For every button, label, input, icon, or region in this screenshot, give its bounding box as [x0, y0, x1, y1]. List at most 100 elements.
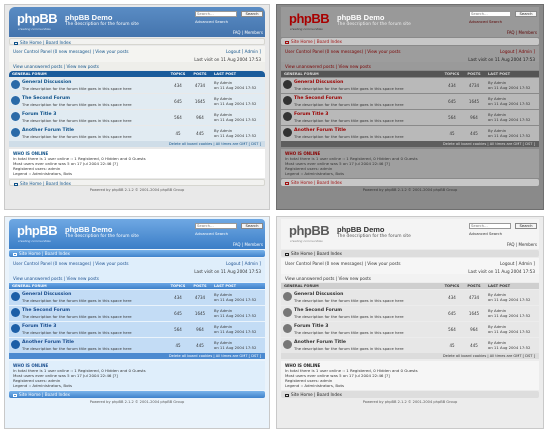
- members-link[interactable]: Members: [518, 30, 537, 35]
- topics-count: 434: [174, 83, 182, 88]
- phpbb-logo[interactable]: phpBB creating communities: [285, 10, 333, 32]
- forum-row[interactable]: Another Forum Title The description for t…: [281, 126, 539, 141]
- breadcrumb-links[interactable]: Site Home | Board Index: [19, 392, 70, 397]
- logout-link[interactable]: Logout [ Admin ]: [500, 49, 535, 54]
- search-button[interactable]: Search: [515, 11, 537, 17]
- forum-row[interactable]: Forum Title 3 The description for the for…: [9, 110, 265, 125]
- delete-cookies-link[interactable]: Delete all board cookies | All times are…: [281, 141, 539, 147]
- phpbb-logo[interactable]: phpBB creating communities: [13, 222, 61, 244]
- theme-preview-blue-grey[interactable]: phpBB creating communities phpBB Demo Th…: [4, 4, 270, 210]
- logout-link[interactable]: Logout [ Admin ]: [226, 49, 261, 54]
- ucp-link[interactable]: User Control Panel (0 new messages) | Vi…: [13, 49, 129, 54]
- forum-row[interactable]: General Discussion The description for th…: [281, 78, 539, 93]
- forum-row[interactable]: The Second Forum The description for the …: [9, 94, 265, 109]
- search-links[interactable]: View unanswered posts | View new posts: [9, 274, 265, 282]
- search-input[interactable]: Search...: [195, 223, 237, 229]
- advanced-search-link[interactable]: Advanced Search: [195, 231, 228, 236]
- forum-row[interactable]: Another Forum Title The description for t…: [281, 338, 539, 353]
- forum-name[interactable]: Forum Title 3: [294, 112, 441, 117]
- search-button[interactable]: Search: [241, 223, 263, 229]
- site-title: phpBB Demo: [65, 225, 113, 234]
- ucp-link[interactable]: User Control Panel (0 new messages) | Vi…: [285, 49, 401, 54]
- search-button[interactable]: Search: [241, 11, 263, 17]
- phpbb-logo[interactable]: phpBB creating communities: [285, 222, 333, 244]
- forum-name[interactable]: General Discussion: [294, 80, 441, 85]
- members-link[interactable]: Members: [244, 242, 263, 247]
- ucp-link[interactable]: User Control Panel (0 new messages) | Vi…: [285, 261, 401, 266]
- forum-row[interactable]: The Second Forum The description for the …: [281, 306, 539, 321]
- forum-name[interactable]: General Discussion: [294, 292, 441, 297]
- forum-name[interactable]: Another Forum Title: [294, 340, 441, 345]
- forum-row[interactable]: General Discussion The description for th…: [9, 78, 265, 93]
- breadcrumb-links[interactable]: Site Home | Board Index: [291, 39, 342, 44]
- delete-cookies-link[interactable]: Delete all board cookies | All times are…: [281, 353, 539, 359]
- search-input[interactable]: Search...: [195, 11, 237, 17]
- search-links[interactable]: View unanswered posts | View new posts: [281, 62, 539, 70]
- forum-name[interactable]: Forum Title 3: [294, 324, 441, 329]
- posts-count: 445: [470, 343, 478, 348]
- logout-link[interactable]: Logout [ Admin ]: [226, 261, 261, 266]
- forum-row[interactable]: General Discussion The description for th…: [9, 290, 265, 305]
- faq-link[interactable]: FAQ: [507, 242, 515, 247]
- breadcrumb-links[interactable]: Site Home | Board Index: [20, 181, 71, 186]
- search-links[interactable]: View unanswered posts | View new posts: [9, 62, 265, 70]
- forum-name[interactable]: The Second Forum: [294, 96, 441, 101]
- forum-row[interactable]: Forum Title 3 The description for the for…: [281, 110, 539, 125]
- ucp-link[interactable]: User Control Panel (0 new messages) | Vi…: [13, 261, 129, 266]
- advanced-search-link[interactable]: Advanced Search: [469, 231, 502, 236]
- forum-row[interactable]: The Second Forum The description for the …: [281, 94, 539, 109]
- breadcrumb-links[interactable]: Site Home | Board Index: [19, 251, 70, 256]
- breadcrumb-links[interactable]: Site Home | Board Index: [291, 180, 342, 185]
- forum-name[interactable]: The Second Forum: [294, 308, 441, 313]
- forum-read-icon: [11, 96, 20, 105]
- forum-name[interactable]: Forum Title 3: [22, 112, 167, 117]
- forum-description: The description for the forum title goes…: [22, 118, 132, 123]
- forum-row[interactable]: Forum Title 3 The description for the for…: [281, 322, 539, 337]
- forum-name[interactable]: Another Forum Title: [22, 340, 167, 345]
- forum-row[interactable]: General Discussion The description for th…: [281, 290, 539, 305]
- members-link[interactable]: Members: [518, 242, 537, 247]
- forum-name[interactable]: Another Forum Title: [294, 128, 441, 133]
- forum-name[interactable]: General Discussion: [22, 292, 167, 297]
- breadcrumb-links[interactable]: Site Home | Board Index: [291, 251, 342, 256]
- logout-link[interactable]: Logout [ Admin ]: [500, 261, 535, 266]
- faq-members-links: FAQ | Members: [506, 242, 537, 247]
- forum-name[interactable]: General Discussion: [22, 80, 167, 85]
- faq-link[interactable]: FAQ: [233, 242, 241, 247]
- last-post-date: on 11 Aug 2004 17:52: [214, 101, 257, 106]
- forum-name[interactable]: The Second Forum: [22, 308, 167, 313]
- search-input[interactable]: Search...: [469, 11, 511, 17]
- last-post-date: on 11 Aug 2004 17:52: [214, 117, 257, 122]
- theme-preview-dark-red[interactable]: phpBB creating communities phpBB Demo Th…: [276, 4, 544, 210]
- theme-preview-bright-blue[interactable]: phpBB creating communities phpBB Demo Th…: [4, 216, 270, 429]
- search-links[interactable]: View unanswered posts | View new posts: [281, 274, 539, 282]
- forum-row[interactable]: Another Forum Title The description for t…: [9, 338, 265, 353]
- members-link[interactable]: Members: [244, 30, 263, 35]
- faq-link[interactable]: FAQ: [507, 30, 515, 35]
- forum-row[interactable]: Forum Title 3 The description for the for…: [9, 322, 265, 337]
- forum-name[interactable]: Forum Title 3: [22, 324, 167, 329]
- search-button[interactable]: Search: [515, 223, 537, 229]
- posts-count: 445: [196, 343, 204, 348]
- breadcrumb-links[interactable]: Site Home | Board Index: [291, 392, 342, 397]
- forum-row[interactable]: The Second Forum The description for the …: [9, 306, 265, 321]
- theme-preview-light-grey[interactable]: phpBB creating communities phpBB Demo Th…: [276, 216, 544, 429]
- advanced-search-link[interactable]: Advanced Search: [195, 19, 228, 24]
- forum-name[interactable]: The Second Forum: [22, 96, 167, 101]
- forum-header: phpBB creating communities phpBB Demo Th…: [9, 7, 265, 37]
- posts-count: 445: [470, 131, 478, 136]
- posts-count: 1645: [468, 311, 480, 316]
- last-post: By Admin on 11 Aug 2004 17:52: [485, 110, 539, 125]
- forum-name[interactable]: Another Forum Title: [22, 128, 167, 133]
- faq-link[interactable]: FAQ: [233, 30, 241, 35]
- delete-cookies-link[interactable]: Delete all board cookies | All times are…: [9, 353, 265, 359]
- col-last-post: LAST POST: [488, 72, 511, 76]
- phpbb-logo[interactable]: phpBB creating communities: [13, 10, 61, 32]
- search-input[interactable]: Search...: [469, 223, 511, 229]
- delete-cookies-link[interactable]: Delete all board cookies | All times are…: [9, 141, 265, 147]
- forum-row[interactable]: Another Forum Title The description for t…: [9, 126, 265, 141]
- breadcrumb-links[interactable]: Site Home | Board Index: [20, 40, 71, 45]
- posts-count: 445: [196, 131, 204, 136]
- forum-description: The description for the forum title goes…: [294, 102, 404, 107]
- advanced-search-link[interactable]: Advanced Search: [469, 19, 502, 24]
